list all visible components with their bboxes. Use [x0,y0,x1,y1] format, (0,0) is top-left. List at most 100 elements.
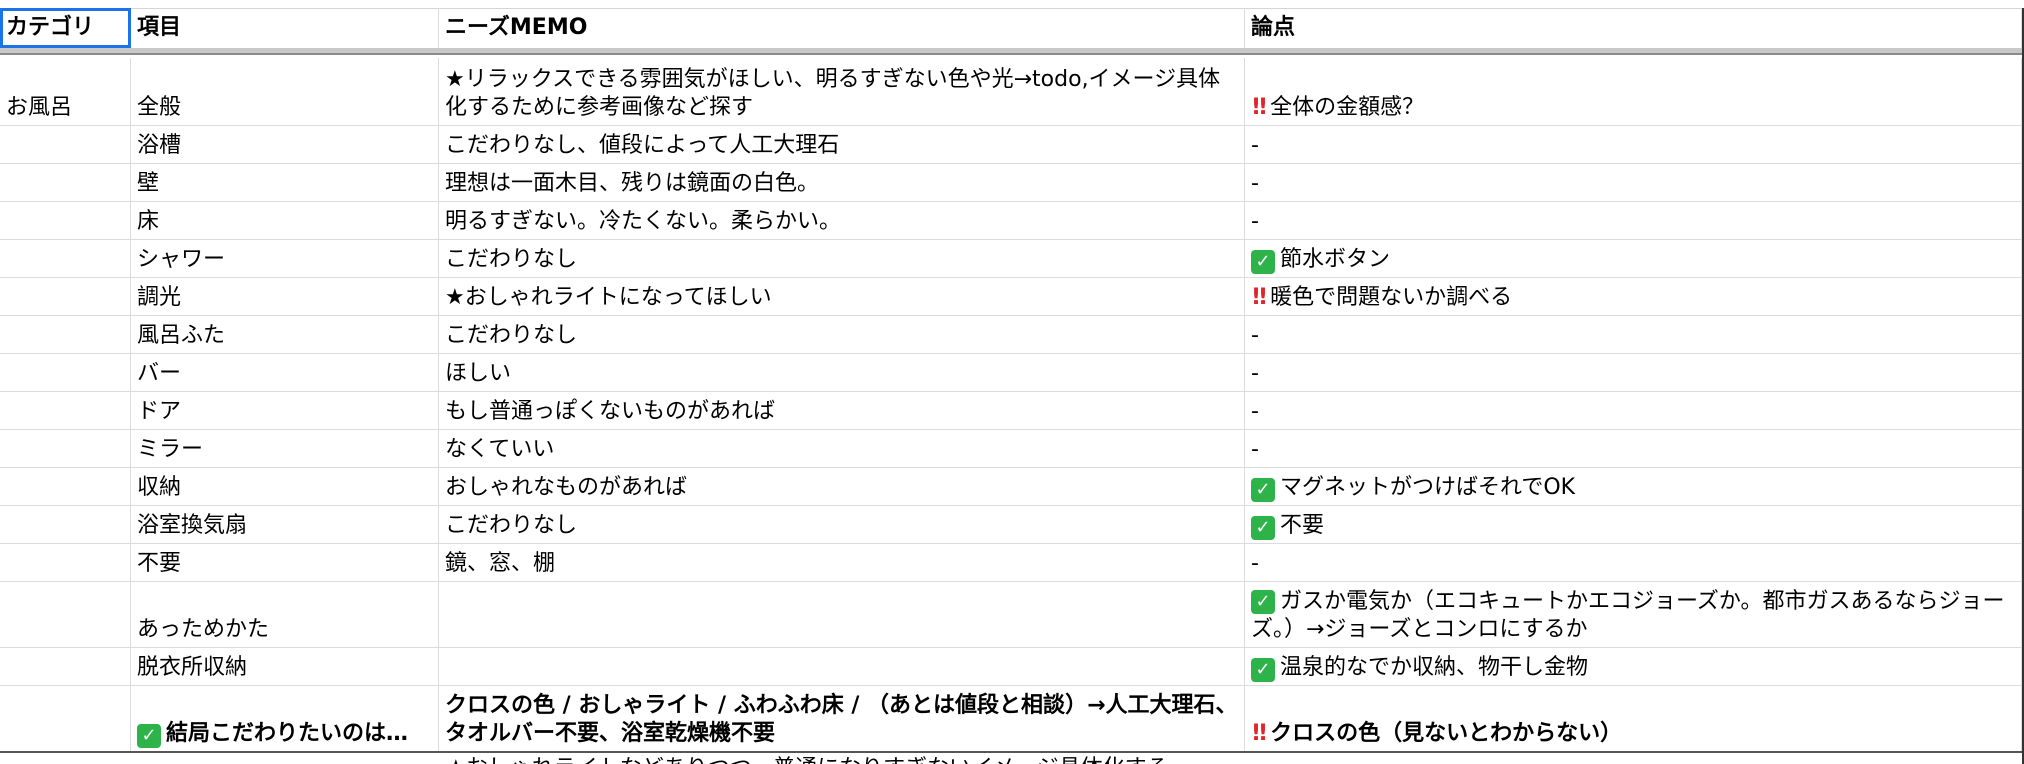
cell-issue[interactable]: - [1245,392,2022,429]
cell-needs-memo[interactable]: ほしい [439,354,1245,391]
cell-issue[interactable]: ✓ 温泉的なでか収納、物干し金物 [1245,648,2022,685]
cell-category[interactable] [0,316,131,353]
cell-category[interactable] [0,202,131,239]
cell-needs-memo[interactable]: こだわりなし [439,506,1245,543]
cell-item-text: 収納 [137,475,182,500]
cell-issue-content: ✓ 節水ボタン [1251,246,2015,274]
cell-issue[interactable]: !! 暖色で問題ないか調べる [1245,278,2022,315]
cell-item[interactable]: 調光 [131,278,439,315]
cell-item[interactable]: ドア [131,392,439,429]
cell-item-content: 床 [137,208,432,236]
cell-issue[interactable]: ✓ 不要 [1245,506,2022,543]
cell-needs-memo[interactable]: 理想は一面木目、残りは鏡面の白色。 [439,164,1245,201]
table-row: ミラー なくていい - [0,430,2024,468]
cell-issue-content: - [1251,436,2015,464]
cell-needs-memo[interactable] [439,648,1245,685]
cell-item[interactable]: あっためかた [131,582,439,647]
cell-category[interactable] [0,240,131,277]
cell-category[interactable]: お風呂 [0,58,131,125]
cell-category[interactable] [0,468,131,505]
cell-needs-memo[interactable]: なくていい [439,430,1245,467]
cell-item[interactable]: 不要 [131,544,439,581]
cell-issue[interactable]: ✓ マグネットがつけばそれでOK [1245,468,2022,505]
cell-issue-text: 不要 [1280,513,1325,538]
cell-issue-text: - [1251,361,1259,386]
table-row: 浴室換気扇 こだわりなし ✓ 不要 [0,506,2024,544]
cell-item-text: あっためかた [137,617,270,642]
cell-item-text: 床 [137,209,160,234]
cell-issue-text: - [1251,209,1259,234]
cell-item-text: ミラー [137,437,204,462]
cell-category[interactable] [0,582,131,647]
cell-item-content: 脱衣所収納 [137,654,432,682]
table-row: シャワー こだわりなし ✓ 節水ボタン [0,240,2024,278]
cell-needs-memo[interactable]: おしゃれなものがあれば [439,468,1245,505]
header-category[interactable]: カテゴリ [0,8,131,48]
cell-issue[interactable]: !! クロスの色（見ないとわからない） [1245,686,2022,751]
cell-issue[interactable]: !! 全体の金額感？ [1245,58,2022,125]
cell-category[interactable] [0,544,131,581]
cell-item[interactable]: バー [131,354,439,391]
cell-category[interactable] [0,392,131,429]
cell-needs-memo-text: ★リラックスできる雰囲気がほしい、明るすぎない色や光→todo,イメージ具体化す… [445,67,1221,120]
header-issue[interactable]: 論点 [1245,8,2022,48]
cell-category[interactable] [0,354,131,391]
cell-issue-content: !! クロスの色（見ないとわからない） [1251,720,2015,748]
cell-issue[interactable]: - [1245,544,2022,581]
cell-needs-memo[interactable]: ★おしゃれライトになってほしい [439,278,1245,315]
cell-issue[interactable]: - [1245,316,2022,353]
frozen-row-divider[interactable] [0,48,2024,55]
cell-issue-content: - [1251,398,2015,426]
cell-item[interactable]: 浴室換気扇 [131,506,439,543]
cell-issue[interactable]: ✓ 節水ボタン [1245,240,2022,277]
cell-category[interactable] [0,164,131,201]
table-row: 収納 おしゃれなものがあれば ✓ マグネットがつけばそれでOK [0,468,2024,506]
cell-item-content: 壁 [137,170,432,198]
cell-needs-memo[interactable]: クロスの色 / おしゃライト / ふわふわ床 / （あとは値段と相談）→人工大理… [439,686,1245,751]
cell-issue-content: - [1251,170,2015,198]
cell-category[interactable] [0,648,131,685]
cell-item[interactable]: ✓ 結局こだわりたいのは… [131,686,439,751]
cell-needs-memo[interactable]: 鏡、窓、棚 [439,544,1245,581]
cell-needs-memo[interactable] [439,582,1245,647]
cell-needs-memo-text: ★おしゃれライトになってほしい [445,285,772,310]
cell-issue[interactable]: - [1245,430,2022,467]
cell-needs-memo[interactable]: ★リラックスできる雰囲気がほしい、明るすぎない色や光→todo,イメージ具体化す… [439,58,1245,125]
cell-issue[interactable]: - [1245,126,2022,163]
cell-item[interactable]: 全般 [131,58,439,125]
double-exclamation-icon: !! [1251,285,1268,310]
cell-issue-text: - [1251,171,1259,196]
cell-issue[interactable]: - [1245,164,2022,201]
cell-item[interactable]: 浴槽 [131,126,439,163]
cell-item-content: ドア [137,398,432,426]
cell-item[interactable]: 床 [131,202,439,239]
cell-issue-text: - [1251,133,1259,158]
cell-issue[interactable]: ✓ ガスか電気か（エコキュートかエコジョーズか。都市ガスあるならジョーズ。）→ジョ… [1245,582,2022,647]
cell-category[interactable] [0,278,131,315]
cell-issue-text: 節水ボタン [1280,247,1391,272]
cell-category[interactable] [0,126,131,163]
cell-category[interactable] [0,686,131,751]
cell-item[interactable]: 壁 [131,164,439,201]
cell-category[interactable] [0,506,131,543]
cell-needs-memo[interactable]: こだわりなし、値段によって人工大理石 [439,126,1245,163]
cell-item[interactable]: ミラー [131,430,439,467]
cell-item[interactable]: シャワー [131,240,439,277]
cell-item[interactable]: 風呂ふた [131,316,439,353]
cell-needs-memo[interactable]: 明るすぎない。冷たくない。柔らかい。 [439,202,1245,239]
cell-item[interactable]: 収納 [131,468,439,505]
cell-issue[interactable]: - [1245,354,2022,391]
header-item[interactable]: 項目 [131,8,439,48]
cell-category[interactable] [0,430,131,467]
check-mark-icon: ✓ [137,724,161,748]
cell-issue-content: - [1251,208,2015,236]
table-row: 脱衣所収納 ✓ 温泉的なでか収納、物干し金物 [0,648,2024,686]
check-mark-icon: ✓ [1251,658,1275,682]
cell-item[interactable]: 脱衣所収納 [131,648,439,685]
cell-needs-memo[interactable]: こだわりなし [439,240,1245,277]
cell-item-text: 脱衣所収納 [137,655,248,680]
cell-needs-memo[interactable]: こだわりなし [439,316,1245,353]
cell-needs-memo[interactable]: もし普通っぽくないものがあれば [439,392,1245,429]
cell-issue[interactable]: - [1245,202,2022,239]
header-needs-memo[interactable]: ニーズMEMO [439,8,1245,48]
